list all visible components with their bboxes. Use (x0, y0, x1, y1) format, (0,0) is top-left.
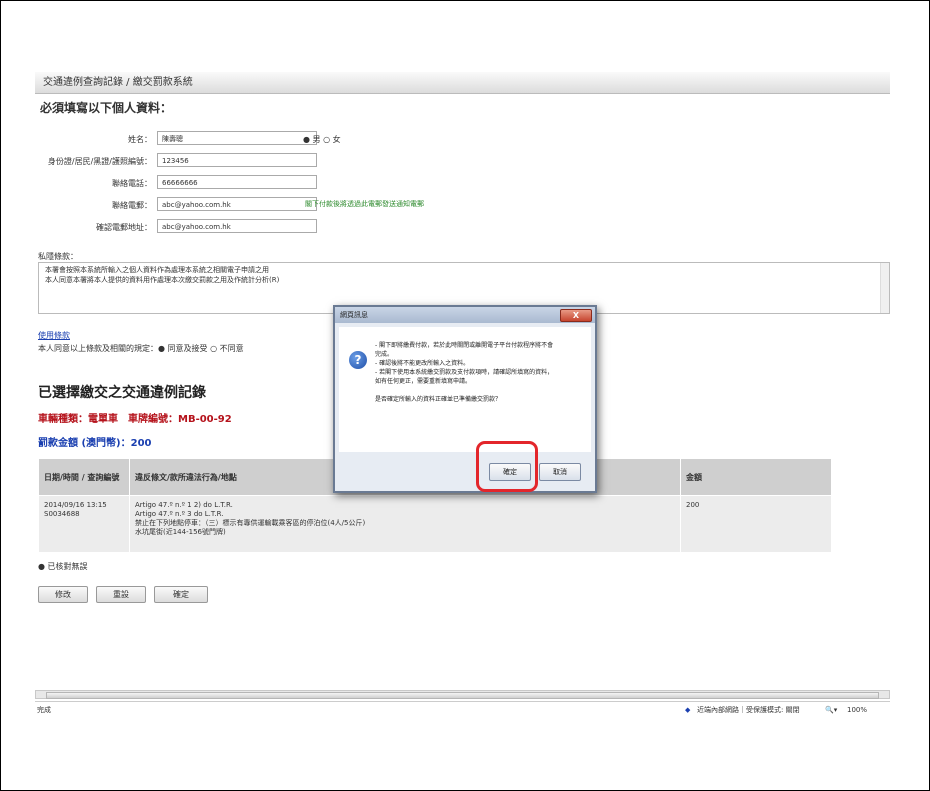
question-icon: ? (349, 351, 367, 369)
dialog-message-line: - 確認後將不能更改所輸入之資料。 (375, 360, 470, 367)
form-row-id: 身份證/居民/黑證/護照編號： 123456 (40, 153, 600, 169)
column-header-datetime: 日期/時間 / 查詢編號 (38, 458, 130, 496)
record-desc-line: Artigo 47.º n.º 1 2) do L.T.R. (135, 501, 233, 509)
dialog-message-spacer (375, 386, 585, 395)
security-zone: 近端內部網路｜受保護模式: 關閉 (697, 706, 800, 714)
id-number-label: 身份證/居民/黑證/護照編號： (47, 157, 152, 166)
email-hint: 閣下付款後將透過此電郵發送通知電郵 (305, 200, 424, 208)
ok-button-highlight (476, 441, 538, 492)
record-datetime: 2014/09/16 13:15 (44, 501, 107, 509)
dialog-message-line: - 若閣下使用本系統繳交罰款及支付款項時，請確認所填寫的資料， (375, 369, 554, 376)
dialog-message-line: 是否確定所輸入的資料正確並已準備繳交罰款？ (375, 396, 502, 403)
record-desc-line: 水坑尾街(近144-156號門牌) (135, 528, 226, 536)
column-header-amount: 金額 (680, 458, 832, 496)
confirm-dialog: 網頁訊息 X ? - 閣下即將繳費付款，若於此時關閉或離開電子平台付款程序將不會… (333, 305, 597, 493)
record-desc-line: 禁止在下列地點停車：（三）標示有專供運輸載乘客區的停泊位(4人/5公斤) (135, 519, 366, 527)
email-input[interactable]: abc@yahoo.com.hk (157, 197, 317, 211)
agree-radio-group[interactable]: 本人同意以上條款及相關的規定：● 同意及接受 ○ 不同意 (38, 343, 244, 354)
dialog-title-bar: 網頁訊息 X (335, 307, 595, 323)
dialog-message-line: - 閣下即將繳費付款，若於此時關閉或離開電子平台付款程序將不會 (375, 342, 554, 349)
fine-amount: 罰款金額 (澳門幣)：200 (38, 438, 152, 449)
zone-icon: ◆ (685, 706, 691, 714)
reset-button[interactable]: 重設 (96, 586, 146, 603)
name-input[interactable]: 陳壽聰 (157, 131, 317, 145)
modify-button[interactable]: 修改 (38, 586, 88, 603)
zoom-dropdown-icon[interactable]: 🔍▾ (825, 702, 837, 718)
selected-record-checkbox[interactable]: ● 已核對無誤 (38, 561, 88, 572)
confirm-email-input[interactable]: abc@yahoo.com.hk (157, 219, 317, 233)
dialog-message: - 閣下即將繳費付款，若於此時關閉或離開電子平台付款程序將不會 完成。 - 確認… (375, 341, 585, 404)
scrollbar-thumb[interactable] (46, 692, 879, 699)
terms-link[interactable]: 使用條款 (38, 330, 70, 341)
gender-radio-group[interactable]: ● 男 ○ 女 (303, 134, 341, 145)
browser-status-bar: 完成 ◆ 近端內部網路｜受保護模式: 關閉 🔍▾ 100% (35, 701, 890, 718)
zoom-level[interactable]: 100% (847, 702, 867, 718)
privacy-line-2: 本人同意本署將本人提供的資料用作處理本次繳交罰款之用及作統計分析(R) (45, 276, 280, 284)
record-datetime-cell: 2014/09/16 13:15 S0034688 (38, 495, 130, 553)
confirm-email-label: 確認電郵地址： (96, 223, 152, 232)
records-title: 已選擇繳交之交通違例記錄 (38, 385, 206, 401)
privacy-line-1: 本署會按照本系統所輸入之個人資料作為處理本系統之相關電子申請之用 (45, 266, 269, 274)
record-description-cell: Artigo 47.º n.º 1 2) do L.T.R. Artigo 47… (129, 495, 681, 553)
record-amount-cell: 200 (680, 495, 832, 553)
close-icon[interactable]: X (560, 309, 592, 322)
page-subtitle: 必須填寫以下個人資料： (40, 101, 173, 115)
record-desc-line: Artigo 47.º n.º 3 do L.T.R. (135, 510, 224, 518)
phone-label: 聯絡電話： (112, 179, 152, 188)
dialog-cancel-button[interactable]: 取消 (539, 463, 581, 481)
dialog-message-line: 完成。 (375, 351, 394, 358)
form-row-phone: 聯絡電話： 66666666 (40, 175, 600, 191)
page-title-bar: 交通違例查詢記錄 / 繳交罰款系統 (35, 72, 890, 94)
phone-input[interactable]: 66666666 (157, 175, 317, 189)
confirm-button[interactable]: 確定 (154, 586, 208, 603)
privacy-title: 私隱條款： (38, 252, 78, 261)
privacy-scrollbar[interactable] (880, 263, 889, 313)
dialog-title: 網頁訊息 (340, 311, 368, 319)
table-row: 2014/09/16 13:15 S0034688 Artigo 47.º n.… (38, 495, 832, 553)
dialog-footer: 確定 取消 (339, 455, 591, 489)
record-id: S0034688 (44, 510, 80, 518)
id-number-input[interactable]: 123456 (157, 153, 317, 167)
name-label: 姓名： (128, 135, 152, 144)
form-row-confirm-email: 確認電郵地址： abc@yahoo.com.hk (40, 219, 600, 235)
dialog-message-line: 如有任何更正，需要重新填寫申請。 (375, 378, 472, 385)
plate-info: 車輛種類：電單車 車牌編號：MB-00-92 (38, 414, 232, 425)
email-label: 聯絡電郵： (112, 201, 152, 210)
horizontal-scrollbar[interactable] (35, 690, 890, 699)
dialog-body: ? - 閣下即將繳費付款，若於此時關閉或離開電子平台付款程序將不會 完成。 - … (339, 327, 591, 452)
status-text: 完成 (37, 706, 51, 714)
